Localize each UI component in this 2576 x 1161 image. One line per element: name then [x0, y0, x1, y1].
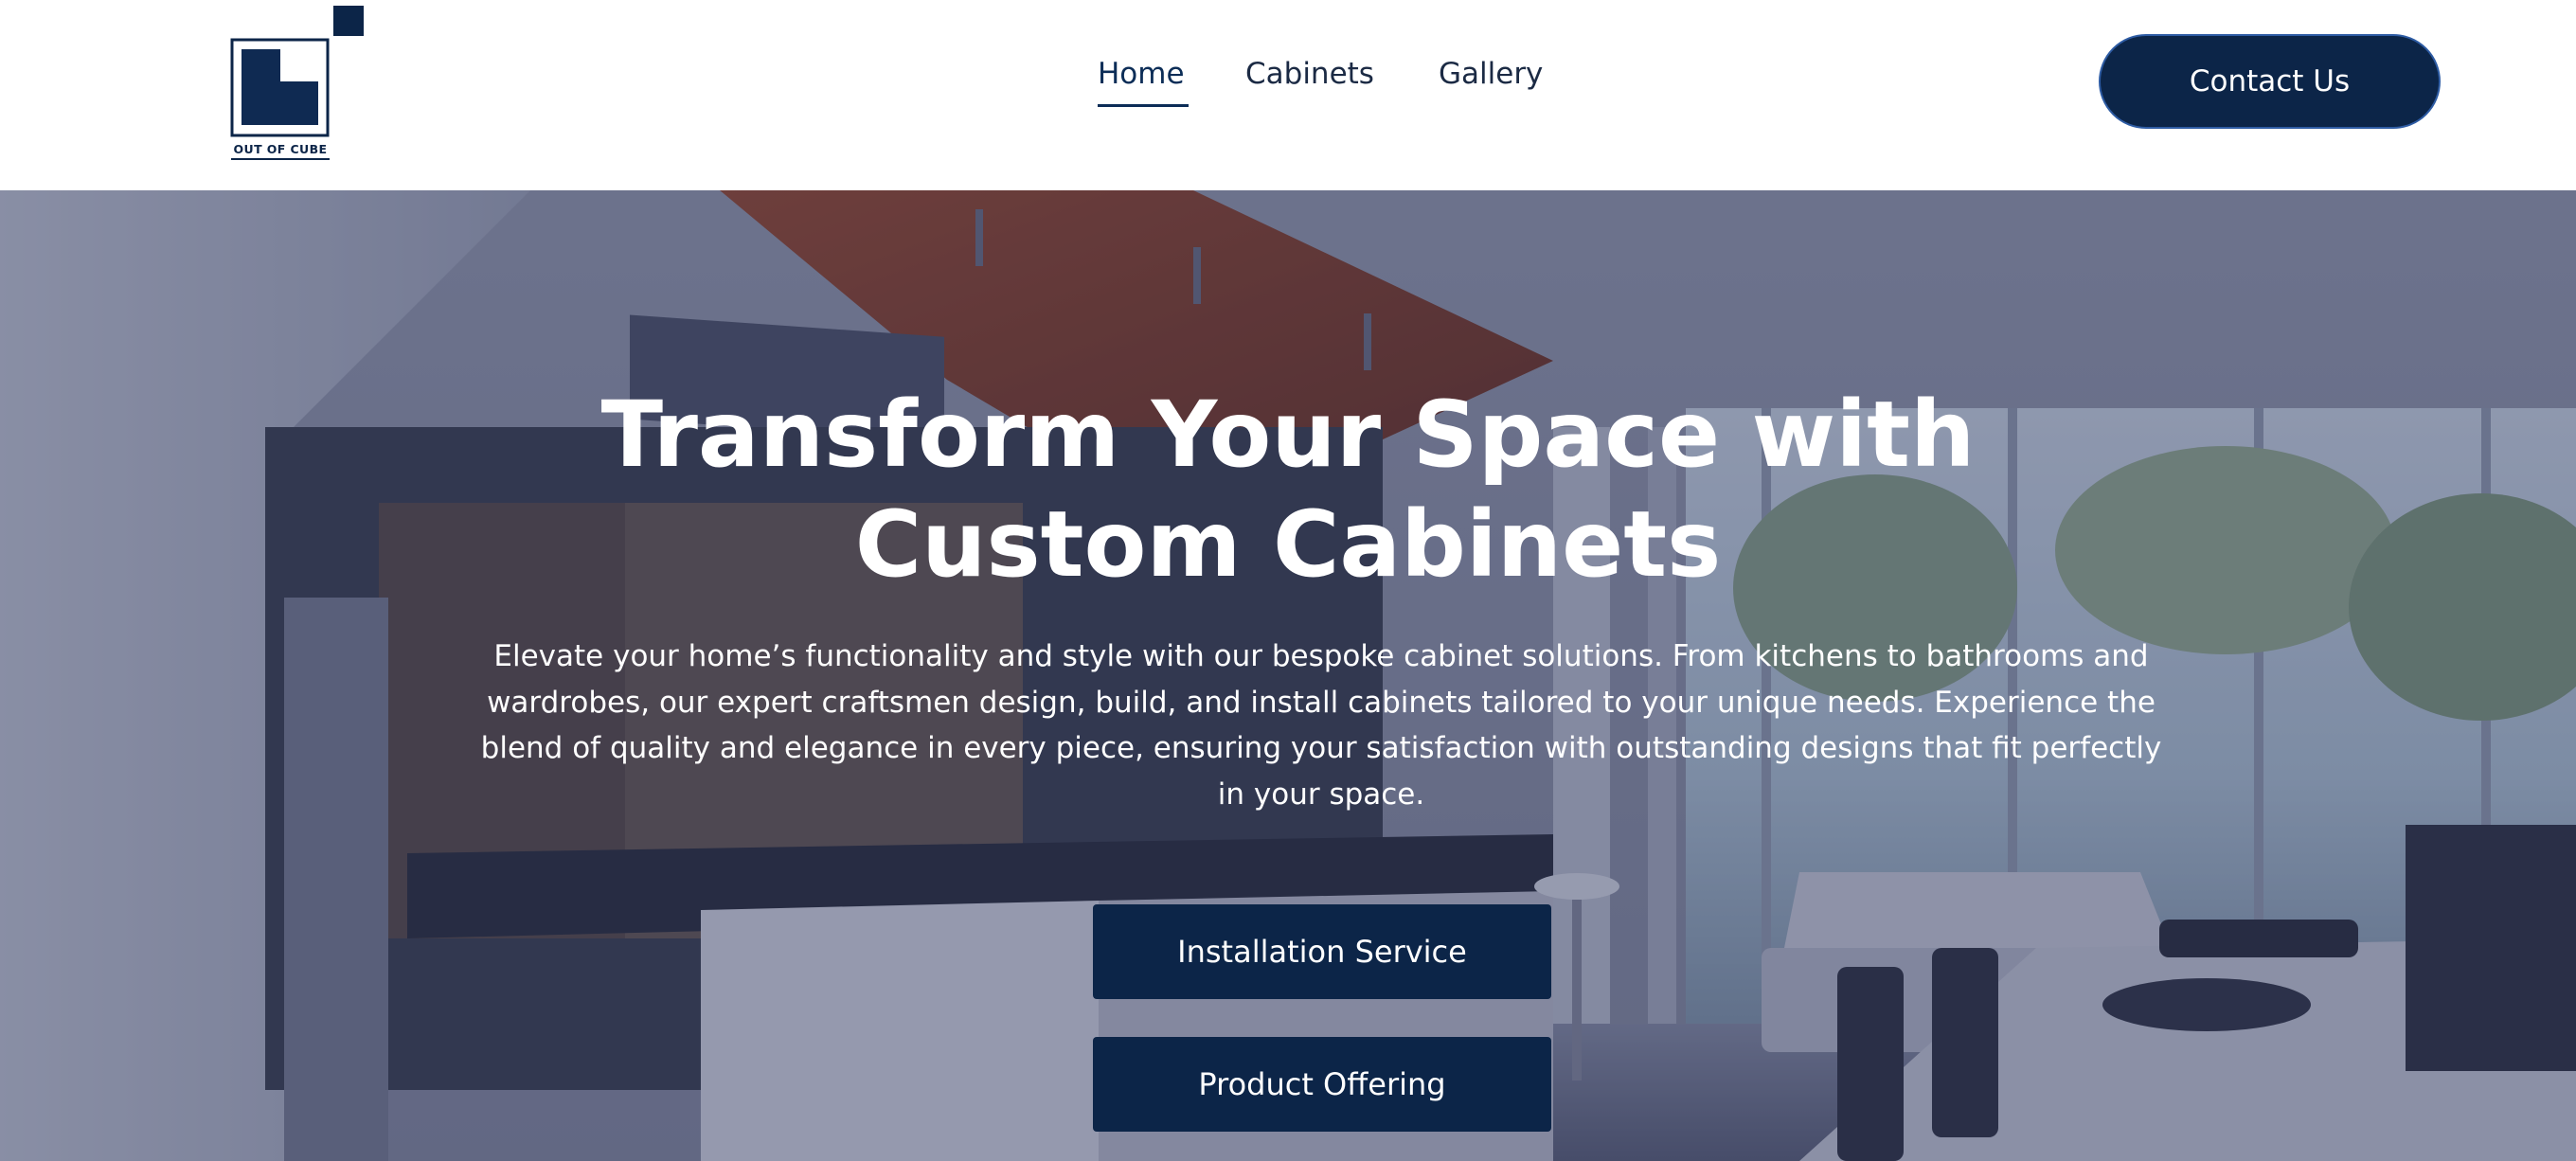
installation-service-button[interactable]: Installation Service [1093, 904, 1551, 999]
contact-us-button[interactable]: Contact Us [2099, 34, 2441, 129]
nav-gallery[interactable]: Gallery [1439, 57, 1552, 110]
hero-section: Transform Your Space with Custom Cabinet… [0, 190, 2576, 1161]
nav-cabinets[interactable]: Cabinets [1245, 57, 1387, 110]
site-header: OUT OF CUBE Home Cabinets Gallery Contac… [0, 0, 2576, 190]
logo-text: OUT OF CUBE [233, 142, 328, 156]
hero-title: Transform Your Space with Custom Cabinet… [600, 382, 1976, 598]
nav-home[interactable]: Home [1098, 57, 1190, 110]
hero-description: Elevate your home’s functionality and st… [480, 639, 2162, 812]
logo-underline [231, 158, 330, 160]
product-offering-button[interactable]: Product Offering [1093, 1037, 1551, 1132]
